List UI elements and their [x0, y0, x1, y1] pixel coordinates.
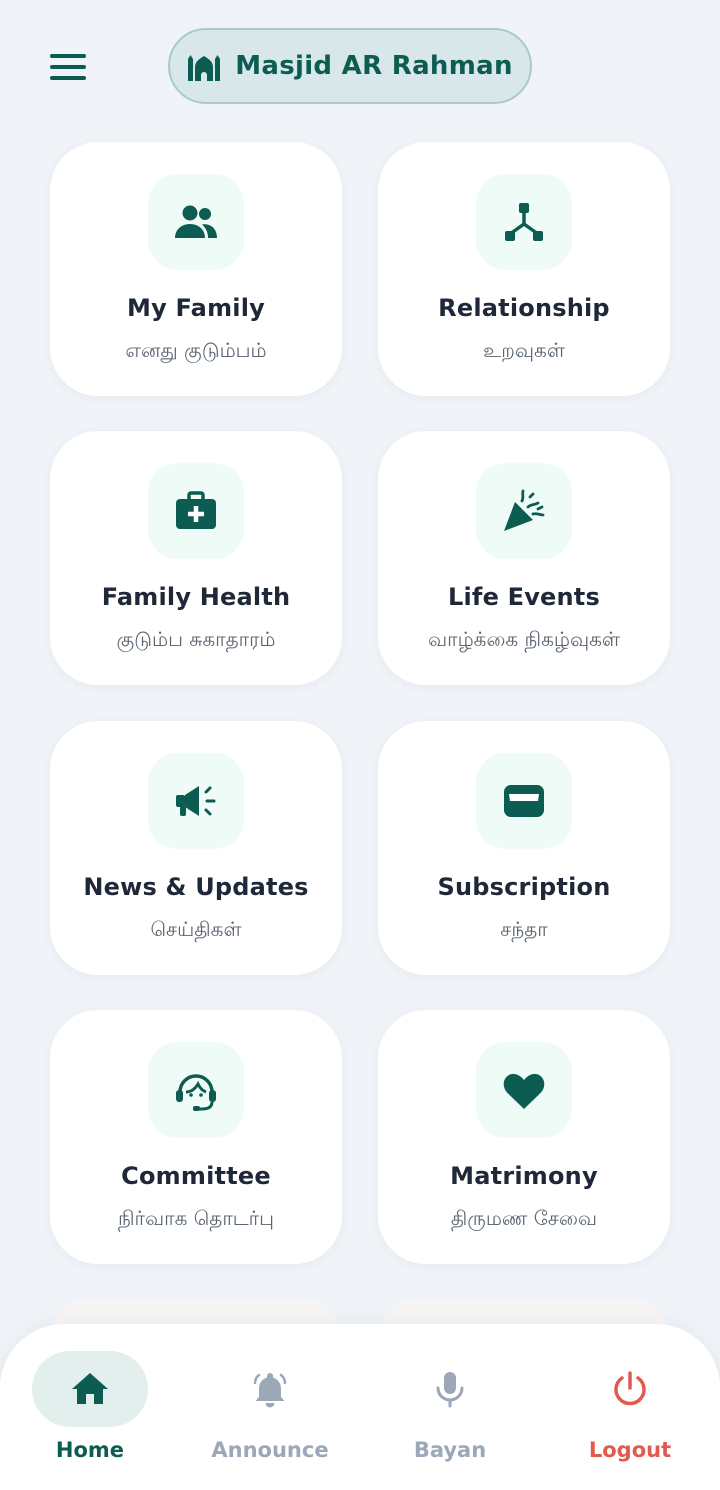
hamburger-menu-button[interactable] — [50, 54, 86, 80]
heart-icon — [503, 1073, 545, 1109]
bottom-navigation: Home Announce Bayan Logout — [0, 1324, 720, 1490]
menu-icon-bar — [50, 76, 86, 80]
card-life-events[interactable]: Life Events வாழ்க்கை நிகழ்வுகள் — [378, 431, 670, 685]
card-title: Relationship — [438, 294, 610, 322]
microphone-icon — [436, 1372, 464, 1408]
app-screen: Masjid AR Rahman My Family எனது குடும்பம… — [0, 0, 720, 1490]
nav-announce[interactable]: Announce — [180, 1324, 360, 1490]
card-title: Matrimony — [450, 1162, 598, 1190]
card-title: News & Updates — [83, 873, 309, 901]
nav-icon-wrap — [602, 1361, 658, 1417]
nav-icon-wrap — [242, 1361, 298, 1417]
card-icon-box — [148, 753, 244, 849]
card-matrimony[interactable]: Matrimony திருமண சேவை — [378, 1010, 670, 1264]
card-title: Life Events — [448, 583, 600, 611]
active-indicator — [32, 1351, 148, 1427]
card-my-family[interactable]: My Family எனது குடும்பம் — [50, 142, 342, 396]
menu-icon — [50, 54, 86, 58]
card-title: Family Health — [101, 583, 291, 611]
card-title: My Family — [127, 294, 265, 322]
wallet-icon — [504, 785, 544, 817]
users-icon — [175, 205, 217, 238]
card-subtitle: சந்தா — [500, 917, 548, 941]
bell-icon — [253, 1373, 287, 1408]
masjid-selector[interactable]: Masjid AR Rahman — [168, 28, 532, 104]
nav-bayan[interactable]: Bayan — [360, 1324, 540, 1490]
card-subscription[interactable]: Subscription சந்தா — [378, 721, 670, 975]
medical-kit-icon — [176, 491, 216, 529]
nav-label: Bayan — [413, 1438, 487, 1462]
card-news-updates[interactable]: News & Updates செய்திகள் — [50, 721, 342, 975]
card-relationship[interactable]: Relationship உறவுகள் — [378, 142, 670, 396]
nav-logout[interactable]: Logout — [540, 1324, 720, 1490]
card-icon-box — [476, 174, 572, 270]
mosque-icon — [188, 55, 221, 81]
power-icon — [614, 1371, 646, 1406]
card-icon-box — [476, 463, 572, 559]
network-icon — [505, 203, 543, 241]
card-icon-box — [148, 174, 244, 270]
card-subtitle: நிர்வாக தொடர்பு — [117, 1206, 275, 1230]
card-title: Committee — [121, 1162, 271, 1190]
nav-label: Home — [55, 1438, 125, 1462]
card-icon-box — [476, 753, 572, 849]
card-family-health[interactable]: Family Health குடும்ப சுகாதாரம் — [50, 431, 342, 685]
menu-icon-bar — [50, 65, 86, 69]
nav-label: Logout — [588, 1438, 672, 1462]
card-icon-box — [148, 1042, 244, 1138]
megaphone-icon — [176, 786, 216, 816]
card-subtitle: எனது குடும்பம் — [125, 338, 267, 362]
party-popper-icon — [504, 489, 545, 531]
nav-home[interactable]: Home — [0, 1324, 180, 1490]
card-icon-box — [476, 1042, 572, 1138]
card-title: Subscription — [437, 873, 611, 901]
card-committee[interactable]: Committee நிர்வாக தொடர்பு — [50, 1010, 342, 1264]
nav-label: Announce — [211, 1438, 329, 1462]
card-icon-box — [148, 463, 244, 559]
headset-icon — [176, 1074, 216, 1111]
card-subtitle: குடும்ப சுகாதாரம் — [116, 627, 276, 651]
card-subtitle: செய்திகள் — [150, 917, 242, 941]
card-subtitle: வாழ்க்கை நிகழ்வுகள் — [428, 627, 620, 651]
masjid-name: Masjid AR Rahman — [235, 51, 513, 81]
card-subtitle: உறவுகள் — [483, 338, 565, 362]
home-icon — [72, 1373, 108, 1404]
card-subtitle: திருமண சேவை — [450, 1206, 598, 1230]
nav-icon-wrap — [422, 1361, 478, 1417]
